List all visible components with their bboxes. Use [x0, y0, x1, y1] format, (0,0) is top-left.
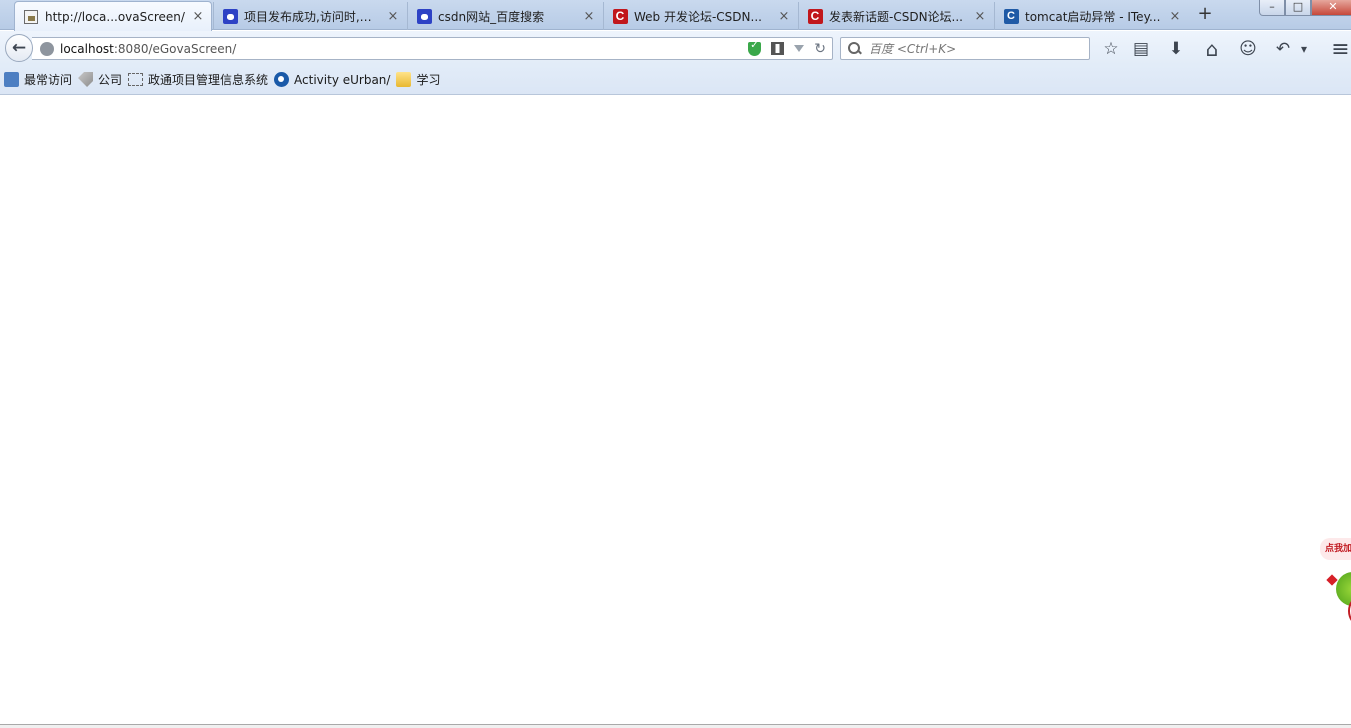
bookmark-star-icon[interactable]: ☆: [1099, 37, 1123, 61]
globe-icon: [40, 41, 54, 56]
tab-title: http://loca...ovaScreen/: [45, 9, 185, 24]
bookmark-project-mis[interactable]: 政通项目管理信息系统: [128, 71, 268, 88]
baidu-paw-icon: [222, 8, 238, 24]
tab-strip: http://loca...ovaScreen/ × 项目发布成功,访问时,网.…: [0, 0, 1351, 31]
close-icon[interactable]: ×: [191, 9, 205, 24]
search-bar[interactable]: 百度 <Ctrl+K>: [840, 37, 1090, 60]
bookmarks-bar: 最常访问 公司 政通项目管理信息系统 Activity eUrban/ 学习: [0, 65, 1351, 95]
tab-baidu-csdn-search[interactable]: csdn网站_百度搜索 ×: [407, 2, 602, 30]
close-icon[interactable]: ×: [973, 9, 987, 24]
tab-title: Web 开发论坛-CSDN...: [634, 9, 762, 24]
bookmark-study-folder[interactable]: 学习: [396, 71, 440, 88]
page-icon: [128, 73, 144, 86]
tab-title: 项目发布成功,访问时,网...: [244, 9, 382, 24]
menu-icon[interactable]: ≡: [1330, 37, 1351, 62]
tab-baidu-project[interactable]: 项目发布成功,访问时,网... ×: [213, 2, 406, 30]
bookmark-label: 学习: [416, 73, 441, 87]
activity-icon: [274, 72, 290, 87]
close-window-button[interactable]: ✕: [1311, 0, 1351, 16]
shield-icon[interactable]: [748, 40, 762, 56]
page-icon: [23, 9, 39, 25]
history-dropdown-icon[interactable]: [794, 45, 805, 52]
back-button[interactable]: ←: [5, 34, 33, 62]
baidu-paw-icon: [416, 8, 432, 24]
csdn-icon: C: [612, 8, 628, 24]
bookmark-activity-eurban[interactable]: Activity eUrban/: [274, 72, 390, 87]
address-bar[interactable]: localhost:8080/eGovaScreen/ ↻: [32, 37, 833, 60]
bookmark-label: 最常访问: [24, 73, 73, 87]
iteye-icon: C: [1003, 8, 1019, 24]
close-icon[interactable]: ×: [1168, 9, 1182, 24]
tab-title: tomcat启动异常 - ITey...: [1025, 9, 1161, 24]
download-icon[interactable]: ⬇: [1164, 37, 1188, 61]
bookmark-company[interactable]: 公司: [78, 71, 122, 88]
chevron-down-icon[interactable]: ▾: [1297, 37, 1311, 61]
bookmark-label: 公司: [98, 73, 123, 87]
csdn-icon: C: [807, 8, 823, 24]
tab-localhost[interactable]: http://loca...ovaScreen/ ×: [14, 1, 212, 31]
search-input[interactable]: 百度 <Ctrl+K>: [869, 40, 956, 57]
new-tab-button[interactable]: +: [1194, 4, 1216, 26]
reload-icon[interactable]: ↻: [814, 42, 826, 56]
window-controls: – □ ✕: [1259, 0, 1351, 16]
back-arrow-icon: ←: [11, 37, 27, 58]
tab-csdn-web-forum[interactable]: C Web 开发论坛-CSDN... ×: [603, 2, 797, 30]
bookmark-label: Activity eUrban/: [294, 72, 391, 87]
undo-icon[interactable]: ↶: [1271, 37, 1295, 61]
tab-title: 发表新话题-CSDN论坛...: [829, 9, 963, 24]
search-icon[interactable]: [847, 41, 863, 57]
close-icon[interactable]: ×: [582, 9, 596, 24]
floating-widget[interactable]: 点我加: [1318, 534, 1351, 630]
widget-bubble[interactable]: 点我加: [1320, 538, 1351, 560]
tag-icon: [78, 72, 94, 87]
chat-icon[interactable]: ☺: [1236, 37, 1260, 61]
close-icon[interactable]: ×: [386, 9, 400, 24]
bookmark-most-visited[interactable]: 最常访问: [4, 71, 72, 88]
close-icon[interactable]: ×: [777, 9, 791, 24]
minimize-button[interactable]: –: [1259, 0, 1285, 16]
mascot-icon[interactable]: [1336, 572, 1351, 606]
status-edge: [0, 724, 1351, 728]
url-text[interactable]: localhost:8080/eGovaScreen/: [60, 42, 748, 56]
reading-list-icon[interactable]: ▤: [1129, 37, 1153, 61]
folder-icon: [396, 72, 412, 87]
maximize-button[interactable]: □: [1285, 0, 1311, 16]
qr-code-icon[interactable]: [771, 42, 785, 55]
url-host: localhost: [60, 41, 114, 56]
url-path: :8080/eGovaScreen/: [113, 41, 237, 56]
recent-icon: [4, 72, 19, 87]
tab-csdn-new-topic[interactable]: C 发表新话题-CSDN论坛... ×: [798, 2, 993, 30]
tab-title: csdn网站_百度搜索: [438, 9, 545, 24]
page-content: [0, 96, 1351, 724]
bookmark-label: 政通项目管理信息系统: [148, 73, 269, 87]
tab-iteye-tomcat[interactable]: C tomcat启动异常 - ITey... ×: [994, 2, 1188, 30]
navigation-toolbar: localhost:8080/eGovaScreen/ ↻ ← 百度 <Ctrl…: [0, 31, 1351, 65]
home-icon[interactable]: ⌂: [1200, 37, 1224, 61]
